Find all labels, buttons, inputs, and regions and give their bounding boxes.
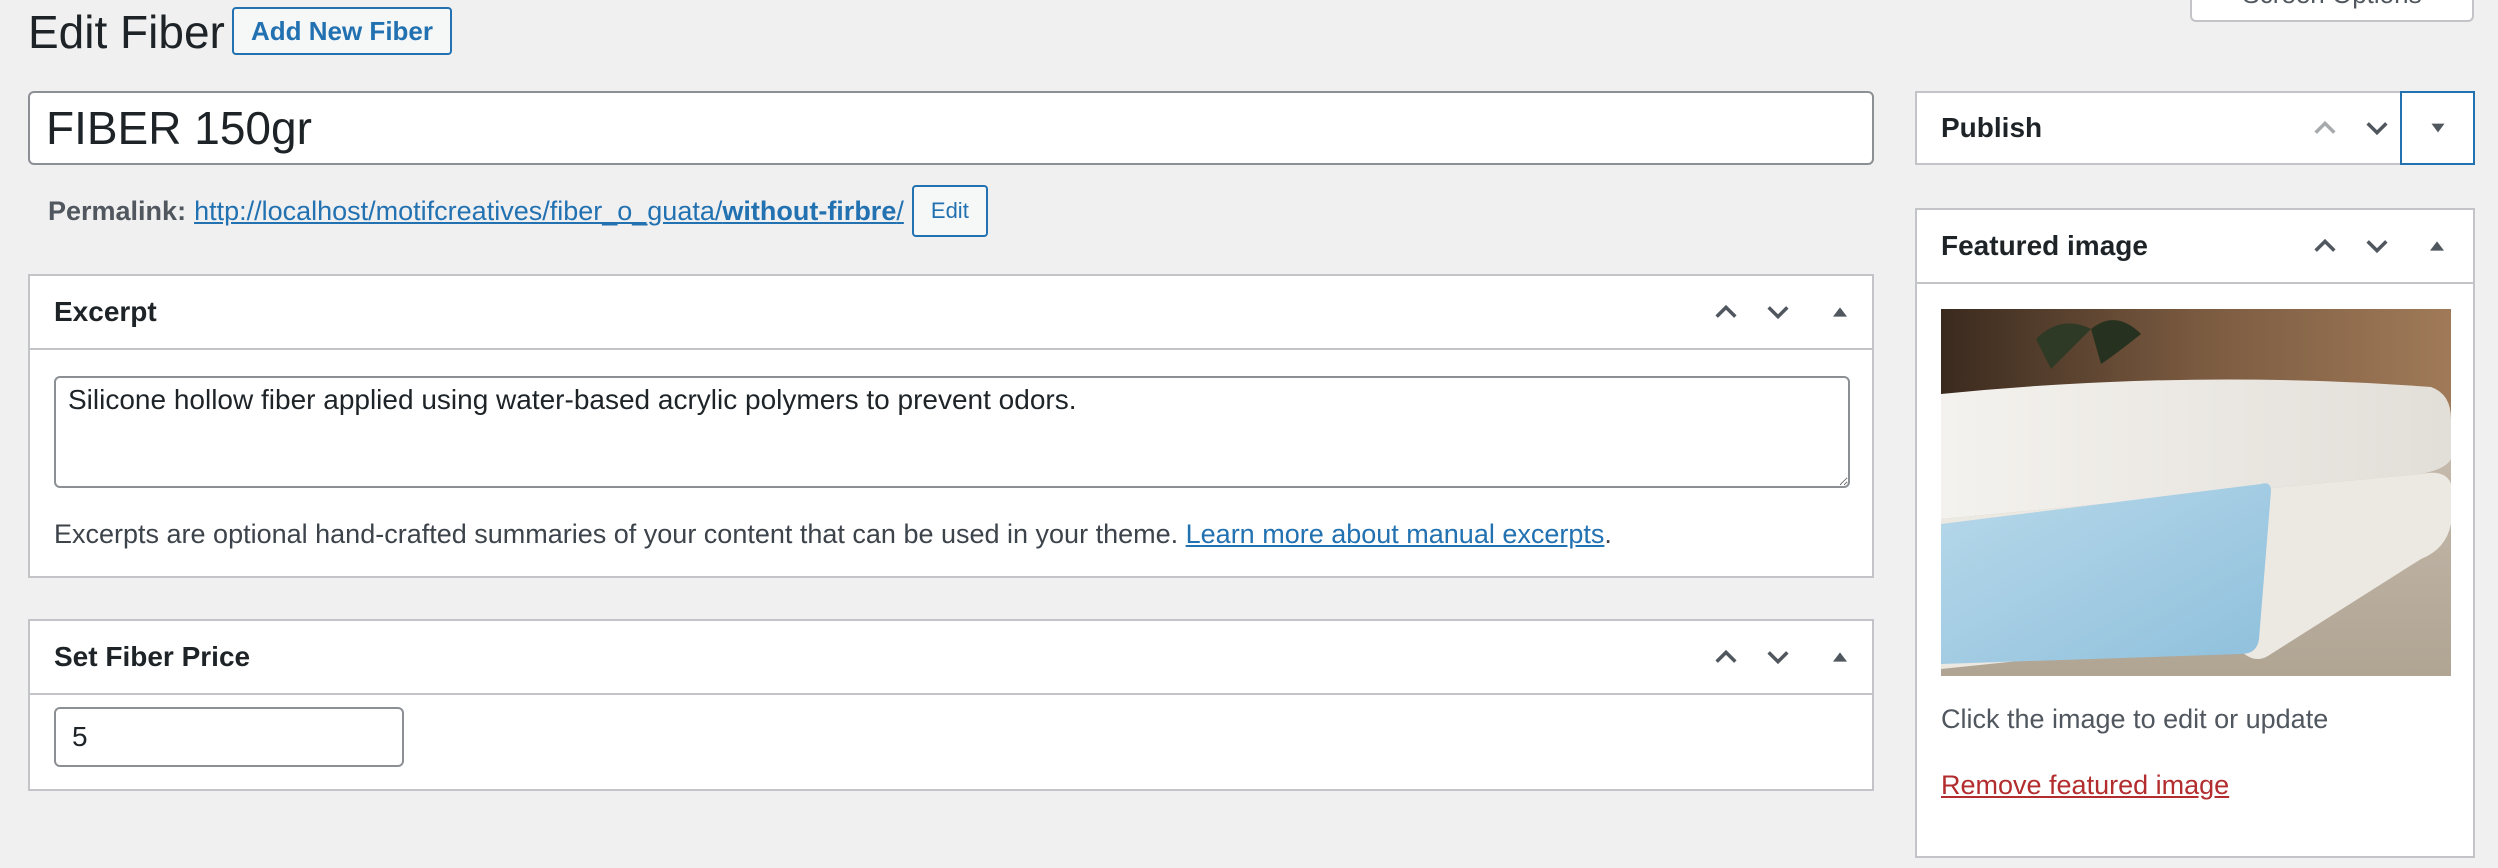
move-up-button[interactable] bbox=[1702, 633, 1750, 681]
featured-image-box: Featured image Click the image to edit o… bbox=[1915, 208, 2475, 858]
triangle-up-icon bbox=[1833, 307, 1847, 317]
toggle-panel-button[interactable] bbox=[1816, 633, 1864, 681]
featured-image-button[interactable] bbox=[1941, 309, 2451, 676]
fiber-price-input[interactable] bbox=[54, 707, 404, 767]
permalink-edit-button[interactable]: Edit bbox=[911, 185, 988, 237]
excerpt-learn-more-link[interactable]: Learn more about manual excerpts bbox=[1186, 519, 1605, 549]
publish-box: Publish bbox=[1915, 91, 2475, 165]
permalink-row: Permalink: http://localhost/motifcreativ… bbox=[48, 185, 988, 237]
featured-image-help: Click the image to edit or update bbox=[1941, 704, 2329, 734]
featured-image-thumbnail bbox=[1941, 309, 2451, 676]
move-up-button[interactable] bbox=[2301, 222, 2349, 270]
toggle-panel-button[interactable] bbox=[1816, 288, 1864, 336]
excerpt-help-end: . bbox=[1604, 519, 1612, 549]
publish-box-title: Publish bbox=[1941, 112, 2043, 143]
excerpt-box-title: Excerpt bbox=[54, 296, 157, 327]
page-title: Edit Fiber bbox=[28, 6, 225, 58]
screen-options-button[interactable]: Screen Options bbox=[2190, 0, 2474, 22]
move-up-button[interactable] bbox=[1702, 288, 1750, 336]
chevron-up-icon bbox=[1715, 649, 1737, 663]
excerpt-box-header: Excerpt bbox=[30, 276, 1872, 350]
fiber-price-box: Set Fiber Price bbox=[28, 619, 1874, 791]
triangle-down-icon bbox=[2431, 123, 2444, 133]
chevron-up-icon bbox=[2314, 238, 2336, 252]
triangle-up-icon bbox=[2430, 241, 2444, 251]
fiber-price-box-header: Set Fiber Price bbox=[30, 621, 1872, 695]
publish-box-header: Publish bbox=[1917, 93, 2473, 163]
excerpt-help-description: Excerpts are optional hand-crafted summa… bbox=[54, 519, 1179, 549]
permalink-link[interactable]: http://localhost/motifcreatives/fiber_o_… bbox=[194, 196, 904, 227]
chevron-down-icon bbox=[2366, 122, 2388, 136]
excerpt-help-text: Excerpts are optional hand-crafted summa… bbox=[54, 514, 1612, 554]
chevron-down-icon bbox=[2366, 240, 2388, 254]
fiber-price-box-title: Set Fiber Price bbox=[54, 641, 251, 672]
excerpt-textarea[interactable]: Silicone hollow fiber applied using wate… bbox=[54, 376, 1850, 488]
permalink-url-end: / bbox=[896, 195, 904, 226]
featured-image-box-title: Featured image bbox=[1941, 230, 2148, 261]
chevron-down-icon bbox=[1767, 306, 1789, 320]
permalink-slug: without-firbre bbox=[722, 195, 897, 226]
chevron-down-icon bbox=[1767, 651, 1789, 665]
permalink-label: Permalink: bbox=[48, 195, 187, 226]
excerpt-box: Excerpt Silicone hollow fiber applied us… bbox=[28, 274, 1874, 578]
move-down-button[interactable] bbox=[1754, 288, 1802, 336]
move-down-button[interactable] bbox=[2353, 222, 2401, 270]
move-down-button[interactable] bbox=[1754, 633, 1802, 681]
triangle-up-icon bbox=[1833, 652, 1847, 662]
featured-image-box-header: Featured image bbox=[1917, 210, 2473, 284]
chevron-up-icon bbox=[1715, 304, 1737, 318]
move-up-button[interactable] bbox=[2301, 104, 2349, 152]
remove-featured-image-link[interactable]: Remove featured image bbox=[1941, 770, 2229, 801]
toggle-panel-button[interactable] bbox=[2413, 222, 2461, 270]
toggle-panel-button[interactable] bbox=[2400, 91, 2475, 165]
permalink-url-base: http://localhost/motifcreatives/fiber_o_… bbox=[194, 195, 723, 226]
chevron-up-icon bbox=[2314, 120, 2336, 134]
add-new-fiber-button[interactable]: Add New Fiber bbox=[232, 7, 452, 55]
post-title-input[interactable] bbox=[28, 91, 1874, 165]
move-down-button[interactable] bbox=[2353, 104, 2401, 152]
